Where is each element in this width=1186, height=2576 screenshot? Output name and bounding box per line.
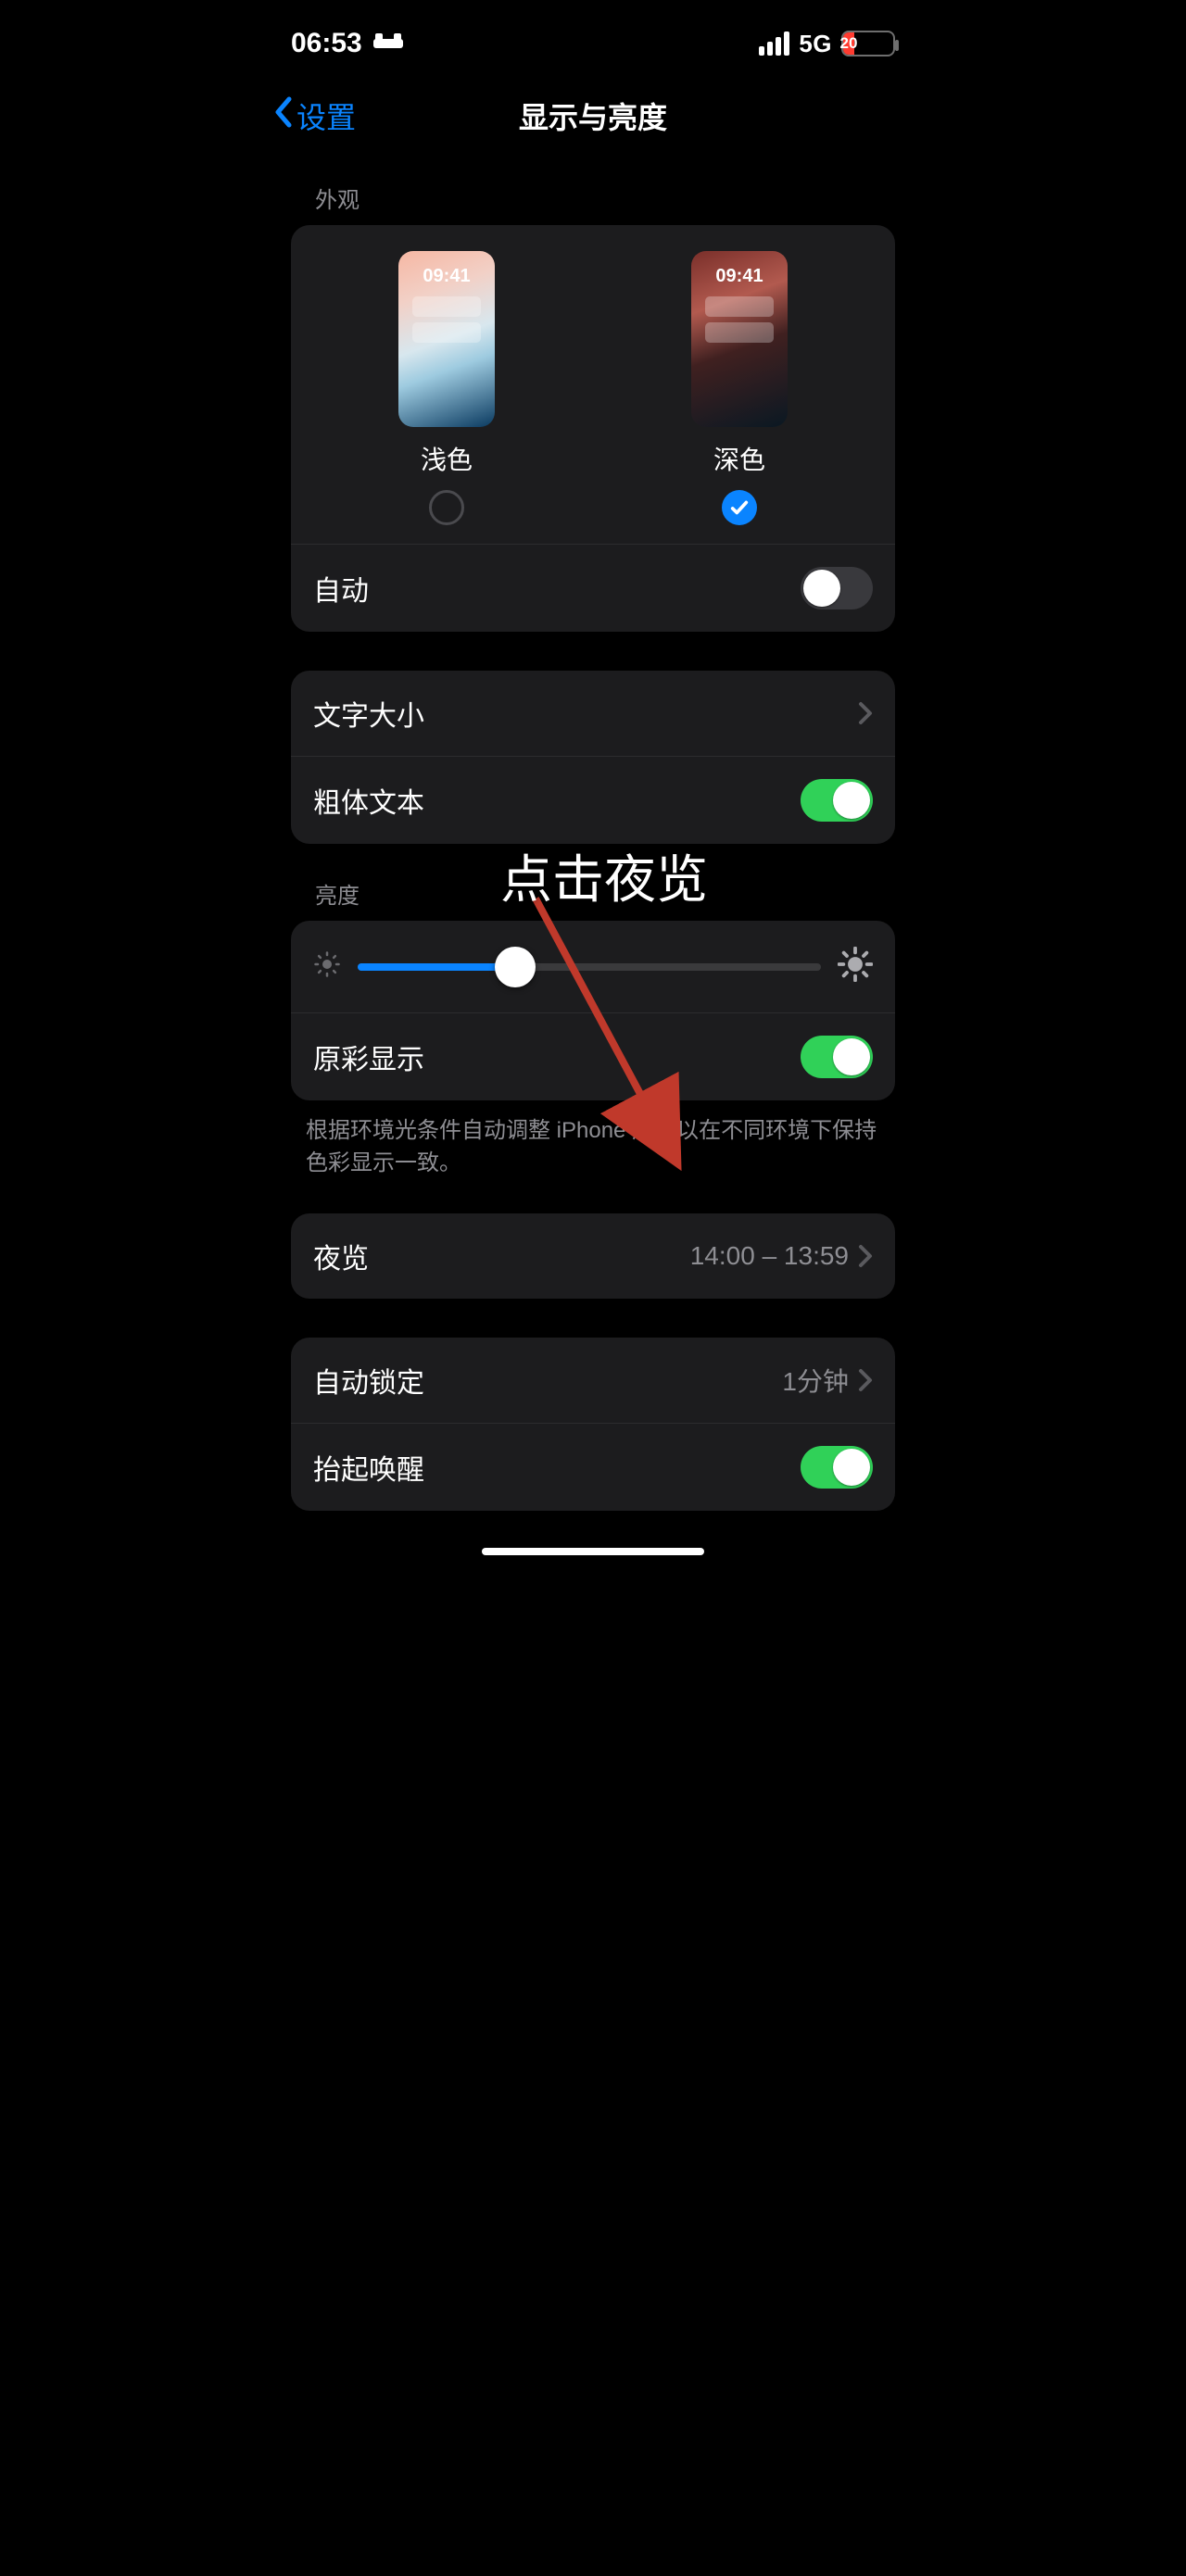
preview-widget bbox=[412, 296, 481, 317]
chevron-right-icon bbox=[858, 1368, 873, 1392]
status-bar: 06:53 5G 20 bbox=[259, 0, 927, 74]
battery-percent: 20 bbox=[843, 32, 854, 55]
night-shift-value: 14:00 – 13:59 bbox=[690, 1241, 849, 1271]
true-tone-row[interactable]: 原彩显示 bbox=[291, 1012, 895, 1100]
cellular-signal-icon bbox=[759, 31, 789, 56]
appearance-group: 09:41 浅色 09:41 深色 自动 bbox=[291, 225, 895, 632]
home-indicator bbox=[482, 1548, 704, 1555]
true-tone-toggle[interactable] bbox=[801, 1036, 873, 1078]
auto-lock-label: 自动锁定 bbox=[313, 1360, 424, 1401]
back-button[interactable]: 设置 bbox=[272, 94, 356, 137]
auto-lock-row[interactable]: 自动锁定 1分钟 bbox=[291, 1338, 895, 1423]
light-preview: 09:41 bbox=[398, 251, 495, 427]
nav-bar: 设置 显示与亮度 bbox=[259, 83, 927, 148]
battery-icon: 20 bbox=[841, 31, 895, 57]
section-header-appearance: 外观 bbox=[259, 148, 927, 225]
status-time: 06:53 bbox=[291, 28, 362, 59]
network-type: 5G bbox=[799, 30, 832, 58]
night-shift-label: 夜览 bbox=[313, 1236, 369, 1276]
text-group: 文字大小 粗体文本 bbox=[291, 671, 895, 844]
preview-widget bbox=[705, 322, 774, 343]
settings-display-brightness-screen: 06:53 5G 20 设置 显示与亮度 外观 bbox=[259, 0, 927, 1566]
appearance-option-light[interactable]: 09:41 浅色 bbox=[398, 251, 495, 525]
preview-time-dark: 09:41 bbox=[715, 266, 763, 287]
night-shift-row[interactable]: 夜览 14:00 – 13:59 bbox=[291, 1213, 895, 1299]
preview-widget bbox=[412, 322, 481, 343]
raise-to-wake-toggle[interactable] bbox=[801, 1446, 873, 1489]
bold-text-toggle[interactable] bbox=[801, 779, 873, 822]
appearance-options: 09:41 浅色 09:41 深色 bbox=[291, 225, 895, 544]
auto-toggle[interactable] bbox=[801, 567, 873, 609]
auto-label: 自动 bbox=[313, 568, 369, 609]
chevron-right-icon bbox=[858, 1244, 873, 1268]
section-header-brightness: 亮度 bbox=[259, 844, 927, 921]
brightness-group: 原彩显示 bbox=[291, 921, 895, 1100]
appearance-auto-row[interactable]: 自动 bbox=[291, 544, 895, 632]
light-label: 浅色 bbox=[421, 440, 473, 477]
text-size-row[interactable]: 文字大小 bbox=[291, 671, 895, 756]
brightness-slider-row bbox=[291, 921, 895, 1012]
dark-label: 深色 bbox=[713, 440, 765, 477]
raise-to-wake-label: 抬起唤醒 bbox=[313, 1447, 424, 1488]
text-size-label: 文字大小 bbox=[313, 693, 424, 734]
lock-group: 自动锁定 1分钟 抬起唤醒 bbox=[291, 1338, 895, 1511]
night-shift-group: 夜览 14:00 – 13:59 bbox=[291, 1213, 895, 1299]
light-radio[interactable] bbox=[429, 490, 464, 525]
focus-sleep-icon bbox=[373, 28, 403, 59]
brightness-slider[interactable] bbox=[358, 963, 821, 971]
appearance-option-dark[interactable]: 09:41 深色 bbox=[691, 251, 788, 525]
auto-lock-value: 1分钟 bbox=[782, 1362, 849, 1399]
true-tone-footer: 根据环境光条件自动调整 iPhone 屏幕以在不同环境下保持色彩显示一致。 bbox=[259, 1100, 927, 1180]
bold-text-label: 粗体文本 bbox=[313, 780, 424, 821]
chevron-right-icon bbox=[858, 701, 873, 725]
preview-widget bbox=[705, 296, 774, 317]
page-title: 显示与亮度 bbox=[519, 94, 667, 137]
dark-radio[interactable] bbox=[722, 490, 757, 525]
true-tone-label: 原彩显示 bbox=[313, 1037, 424, 1077]
raise-to-wake-row[interactable]: 抬起唤醒 bbox=[291, 1423, 895, 1511]
back-label: 设置 bbox=[296, 94, 356, 137]
sun-min-icon bbox=[313, 950, 341, 983]
preview-time-light: 09:41 bbox=[423, 266, 470, 287]
chevron-left-icon bbox=[272, 95, 295, 136]
bold-text-row[interactable]: 粗体文本 bbox=[291, 756, 895, 844]
dark-preview: 09:41 bbox=[691, 251, 788, 427]
sun-max-icon bbox=[838, 947, 873, 986]
